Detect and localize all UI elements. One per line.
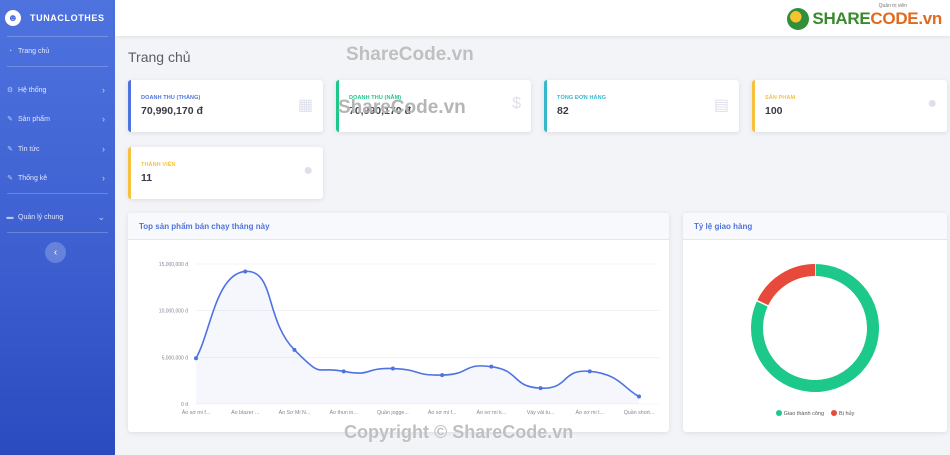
stat-card-month-revenue: DOANH THU (THÁNG) 70,990,170 đ ▦ — [128, 80, 323, 132]
sidebar-item-news[interactable]: ✎ Tin tức › — [0, 139, 115, 159]
user-icon: ● — [927, 95, 937, 112]
stat-label: SẢN PHẨM — [765, 95, 796, 101]
brand-name: TUNACLOTHES — [30, 13, 105, 23]
sharecode-logo-icon — [787, 8, 810, 30]
data-point — [587, 369, 592, 374]
data-point — [292, 347, 297, 352]
line-chart: 0 đ 5,000,000 đ 10,000,000 đ 15,000,000 đ Áo… — [159, 262, 659, 416]
sidebar-item-label: Quản lý chung — [18, 213, 64, 221]
chevron-right-icon: › — [102, 85, 105, 95]
data-point — [637, 394, 641, 399]
x-tick-label: Quần jogge... — [377, 410, 409, 416]
legend-item[interactable]: Giao thành công — [775, 410, 825, 417]
stat-label: DOANH THU (THÁNG) — [141, 95, 201, 101]
sidebar-divider — [7, 36, 108, 37]
legend-swatch — [831, 410, 838, 416]
folder-icon: ▬ — [6, 213, 14, 221]
stat-value: 11 — [141, 172, 153, 184]
sidebar-divider — [7, 193, 108, 194]
data-point — [538, 386, 543, 391]
legend-label: Giao thành công — [783, 411, 825, 417]
x-tick-label: Áo thun in... — [330, 409, 358, 416]
x-tick-label: Áo sơ mi f... — [182, 409, 211, 416]
wrench-icon: ✎ — [7, 175, 13, 182]
legend-swatch — [775, 410, 782, 416]
series-area — [196, 271, 639, 404]
dashboard-icon: ◔ — [7, 47, 13, 55]
stat-label: THÀNH VIÊN — [141, 162, 176, 168]
x-tick-label: Áo Sơ Mi N... — [279, 409, 311, 416]
chevron-down-icon: ⌄ — [97, 211, 105, 222]
wrench-icon: ✎ — [7, 116, 13, 123]
sidebar-toggle-button[interactable]: ‹ — [45, 242, 66, 263]
data-point — [194, 356, 198, 361]
panel-title: Top sản phẩm bán chạy tháng này — [128, 213, 669, 240]
wrench-icon: ✎ — [7, 146, 13, 153]
logo-text-a: SHARE — [812, 9, 871, 28]
x-tick-label: Áo sơ mi k... — [476, 409, 506, 416]
chevron-right-icon: › — [102, 144, 105, 154]
logo-text-b: CODE.vn — [870, 9, 942, 28]
sidebar-item-label: Trang chủ — [18, 47, 50, 55]
y-tick-label: 5,000,000 đ — [162, 355, 189, 361]
stat-card-products: SẢN PHẨM 100 ● — [752, 80, 947, 132]
stat-value: 100 — [765, 105, 783, 117]
brand[interactable]: ☻ TUNACLOTHES — [0, 0, 115, 36]
pie-chart-panel: Tỷ lệ giao hàng Giao thành công Bị hủy — [683, 213, 947, 432]
data-point — [440, 373, 445, 378]
sidebar-item-stats[interactable]: ✎ Thống kê › — [0, 168, 115, 188]
sidebar-item-label: Hệ thống — [18, 86, 47, 94]
stat-label: TỔNG ĐƠN HÀNG — [557, 95, 607, 101]
dollar-icon: $ — [512, 95, 521, 112]
sidebar-item-label: Sản phẩm — [18, 115, 50, 123]
topbar: SHARECODE.vn Quản trị viên — [115, 0, 950, 36]
sidebar-item-home[interactable]: ◔ Trang chủ — [0, 41, 115, 61]
y-tick-label: 0 đ — [181, 402, 188, 408]
x-tick-label: Quần short... — [624, 410, 655, 416]
sidebar: ☻ TUNACLOTHES ◔ Trang chủ ⚙ Hệ thống › ✎… — [0, 0, 115, 455]
y-tick-label: 15,000,000 đ — [159, 262, 188, 268]
legend-item[interactable]: Bị hủy — [831, 410, 854, 417]
donut-chart — [751, 263, 879, 392]
calendar-icon: ▦ — [297, 97, 313, 114]
legend-label: Bị hủy — [839, 411, 855, 417]
sidebar-item-label: Tin tức — [18, 145, 40, 153]
watermark: ShareCode.vn — [346, 44, 474, 65]
stat-label: DOANH THU (NĂM) — [349, 95, 402, 101]
gear-icon: ⚙ — [6, 87, 14, 94]
user-name[interactable]: Quản trị viên — [879, 3, 907, 9]
pie-slice — [757, 264, 816, 307]
chevron-left-icon: ‹ — [53, 247, 58, 258]
sharecode-logo: SHARECODE.vn Quản trị viên — [787, 3, 942, 32]
sidebar-divider — [7, 232, 108, 233]
data-point — [243, 269, 248, 274]
sidebar-item-general[interactable]: ▬ Quản lý chung ⌄ — [0, 207, 115, 227]
smiley-logo-icon: ☻ — [5, 10, 21, 26]
pie-legend: Giao thành công Bị hủy — [683, 410, 947, 417]
data-point — [489, 364, 494, 369]
x-tick-label: Áo sơ mi t... — [576, 409, 605, 416]
chevron-right-icon: › — [102, 114, 105, 124]
data-point — [390, 366, 395, 371]
x-tick-label: Áo blazer ... — [231, 409, 259, 416]
page-title: Trang chủ — [128, 49, 191, 65]
stat-value: 82 — [557, 105, 569, 117]
stat-card-orders: TỔNG ĐƠN HÀNG 82 ▤ — [544, 80, 739, 132]
stat-card-members: THÀNH VIÊN 11 ● — [128, 147, 323, 199]
sidebar-item-label: Thống kê — [18, 174, 48, 182]
x-tick-label: Áo sơ mi f... — [428, 409, 457, 416]
sidebar-item-products[interactable]: ✎ Sản phẩm › — [0, 109, 115, 129]
line-chart-panel: Top sản phẩm bán chạy tháng này 0 đ 5,000… — [128, 213, 669, 432]
sidebar-item-system[interactable]: ⚙ Hệ thống › — [0, 80, 115, 100]
y-tick-label: 10,000,000 đ — [159, 309, 188, 315]
clipboard-icon: ▤ — [713, 97, 729, 114]
chevron-right-icon: › — [102, 173, 105, 183]
data-point — [341, 369, 346, 374]
x-tick-label: Váy vải tu... — [527, 410, 555, 416]
user-icon: ● — [303, 162, 313, 179]
stat-card-year-revenue: DOANH THU (NĂM) 70,990,170 đ $ — [336, 80, 531, 132]
sidebar-divider — [7, 66, 108, 67]
stat-value: 70,990,170 đ — [349, 105, 411, 117]
stat-value: 70,990,170 đ — [141, 105, 203, 117]
